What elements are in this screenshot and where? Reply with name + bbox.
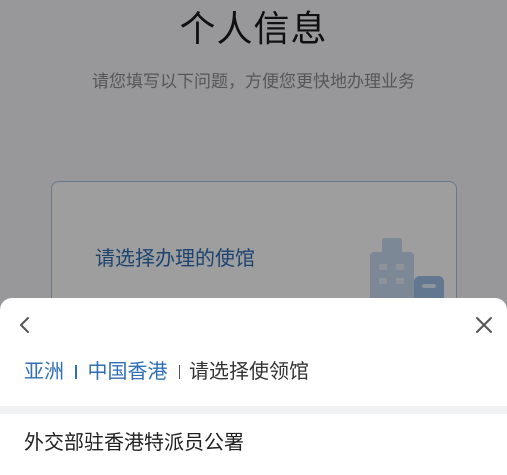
breadcrumb-separator [75, 365, 77, 379]
back-button[interactable] [10, 310, 40, 340]
section-divider [0, 406, 507, 414]
breadcrumb-current: 请选择使领馆 [189, 359, 309, 383]
embassy-list: 外交部驻香港特派员公署 [0, 414, 507, 466]
embassy-picker-sheet: 亚洲 中国香港 请选择使领馆 外交部驻香港特派员公署 [0, 298, 507, 475]
list-item[interactable]: 外交部驻香港特派员公署 [0, 414, 507, 466]
watermark-logo [6, 456, 66, 468]
breadcrumb-separator [178, 365, 180, 379]
close-button[interactable] [469, 310, 499, 340]
chevron-left-icon [20, 317, 29, 333]
breadcrumb: 亚洲 中国香港 请选择使领馆 [24, 356, 309, 386]
breadcrumb-hong-kong[interactable]: 中国香港 [88, 356, 168, 386]
breadcrumb-asia[interactable]: 亚洲 [24, 356, 64, 386]
close-icon [476, 317, 492, 333]
